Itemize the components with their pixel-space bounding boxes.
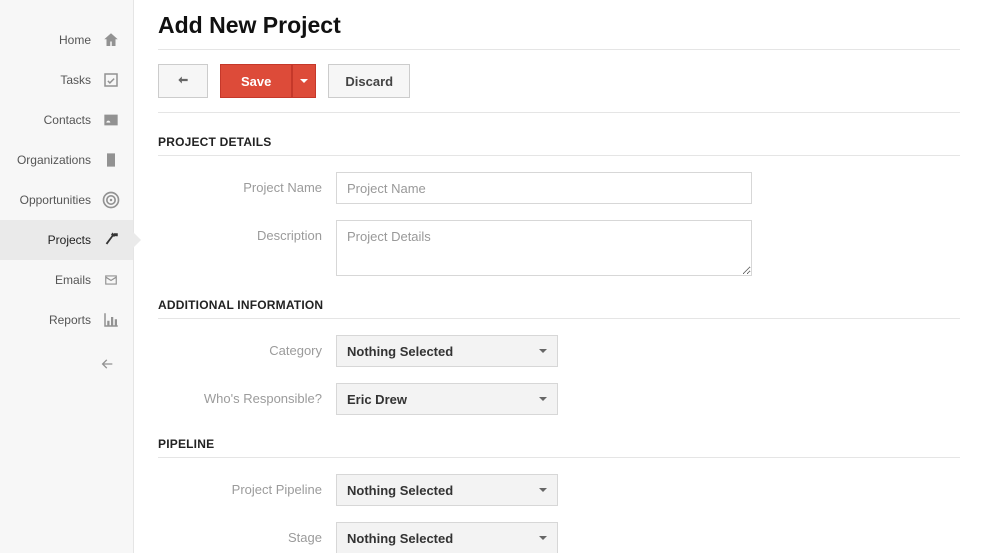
main-content: Add New Project Save Discard PROJECT DET…: [134, 0, 984, 553]
target-icon: [101, 190, 121, 210]
field-label: Stage: [158, 522, 336, 545]
building-icon: [101, 150, 121, 170]
back-button[interactable]: [158, 64, 208, 98]
description-textarea[interactable]: [336, 220, 752, 276]
chevron-down-icon: [539, 349, 547, 353]
sidebar-collapse-button[interactable]: [0, 340, 133, 388]
dropdown-value: Nothing Selected: [347, 483, 453, 498]
chevron-down-icon: [539, 536, 547, 540]
chevron-down-icon: [300, 79, 308, 83]
sidebar-item-contacts[interactable]: Contacts: [0, 100, 133, 140]
hammer-icon: [101, 230, 121, 250]
field-category: Category Nothing Selected: [158, 335, 960, 367]
save-dropdown-button[interactable]: [292, 64, 316, 98]
field-label: Description: [158, 220, 336, 243]
sidebar-item-label: Tasks: [60, 73, 91, 87]
back-arrow-icon: [174, 73, 192, 90]
field-label: Who's Responsible?: [158, 383, 336, 406]
field-description: Description: [158, 220, 960, 276]
sidebar-item-reports[interactable]: Reports: [0, 300, 133, 340]
chevron-down-icon: [539, 488, 547, 492]
stage-dropdown[interactable]: Nothing Selected: [336, 522, 558, 553]
pipeline-dropdown[interactable]: Nothing Selected: [336, 474, 558, 506]
sidebar-item-label: Reports: [49, 313, 91, 327]
field-project-name: Project Name: [158, 172, 960, 204]
home-icon: [101, 30, 121, 50]
arrow-left-icon: [97, 354, 117, 374]
sidebar-item-label: Projects: [48, 233, 91, 247]
contact-card-icon: [101, 110, 121, 130]
field-label: Category: [158, 335, 336, 358]
bar-chart-icon: [101, 310, 121, 330]
sidebar-item-label: Opportunities: [20, 193, 91, 207]
sidebar-item-label: Emails: [55, 273, 91, 287]
dropdown-value: Eric Drew: [347, 392, 407, 407]
chevron-down-icon: [539, 397, 547, 401]
toolbar: Save Discard: [158, 49, 960, 113]
section-title: PROJECT DETAILS: [158, 135, 960, 156]
sidebar-item-label: Organizations: [17, 153, 91, 167]
field-pipeline: Project Pipeline Nothing Selected: [158, 474, 960, 506]
page-title: Add New Project: [158, 12, 960, 39]
sidebar-item-projects[interactable]: Projects: [0, 220, 133, 260]
sidebar-item-tasks[interactable]: Tasks: [0, 60, 133, 100]
save-button-group: Save: [220, 64, 316, 98]
sidebar-item-emails[interactable]: Emails: [0, 260, 133, 300]
field-label: Project Name: [158, 172, 336, 195]
sidebar-item-label: Contacts: [44, 113, 91, 127]
project-name-input[interactable]: [336, 172, 752, 204]
sidebar-item-home[interactable]: Home: [0, 20, 133, 60]
dropdown-value: Nothing Selected: [347, 344, 453, 359]
dropdown-value: Nothing Selected: [347, 531, 453, 546]
field-label: Project Pipeline: [158, 474, 336, 497]
section-project-details: PROJECT DETAILS Project Name Description: [158, 135, 960, 276]
field-responsible: Who's Responsible? Eric Drew: [158, 383, 960, 415]
section-additional-information: ADDITIONAL INFORMATION Category Nothing …: [158, 298, 960, 415]
field-stage: Stage Nothing Selected: [158, 522, 960, 553]
sidebar: Home Tasks Contacts Organizations Opport…: [0, 0, 134, 553]
checkbox-icon: [101, 70, 121, 90]
category-dropdown[interactable]: Nothing Selected: [336, 335, 558, 367]
save-button[interactable]: Save: [220, 64, 292, 98]
sidebar-item-organizations[interactable]: Organizations: [0, 140, 133, 180]
section-title: ADDITIONAL INFORMATION: [158, 298, 960, 319]
section-pipeline: PIPELINE Project Pipeline Nothing Select…: [158, 437, 960, 553]
discard-button[interactable]: Discard: [328, 64, 410, 98]
section-title: PIPELINE: [158, 437, 960, 458]
sidebar-item-label: Home: [59, 33, 91, 47]
envelope-icon: [101, 270, 121, 290]
responsible-dropdown[interactable]: Eric Drew: [336, 383, 558, 415]
sidebar-item-opportunities[interactable]: Opportunities: [0, 180, 133, 220]
